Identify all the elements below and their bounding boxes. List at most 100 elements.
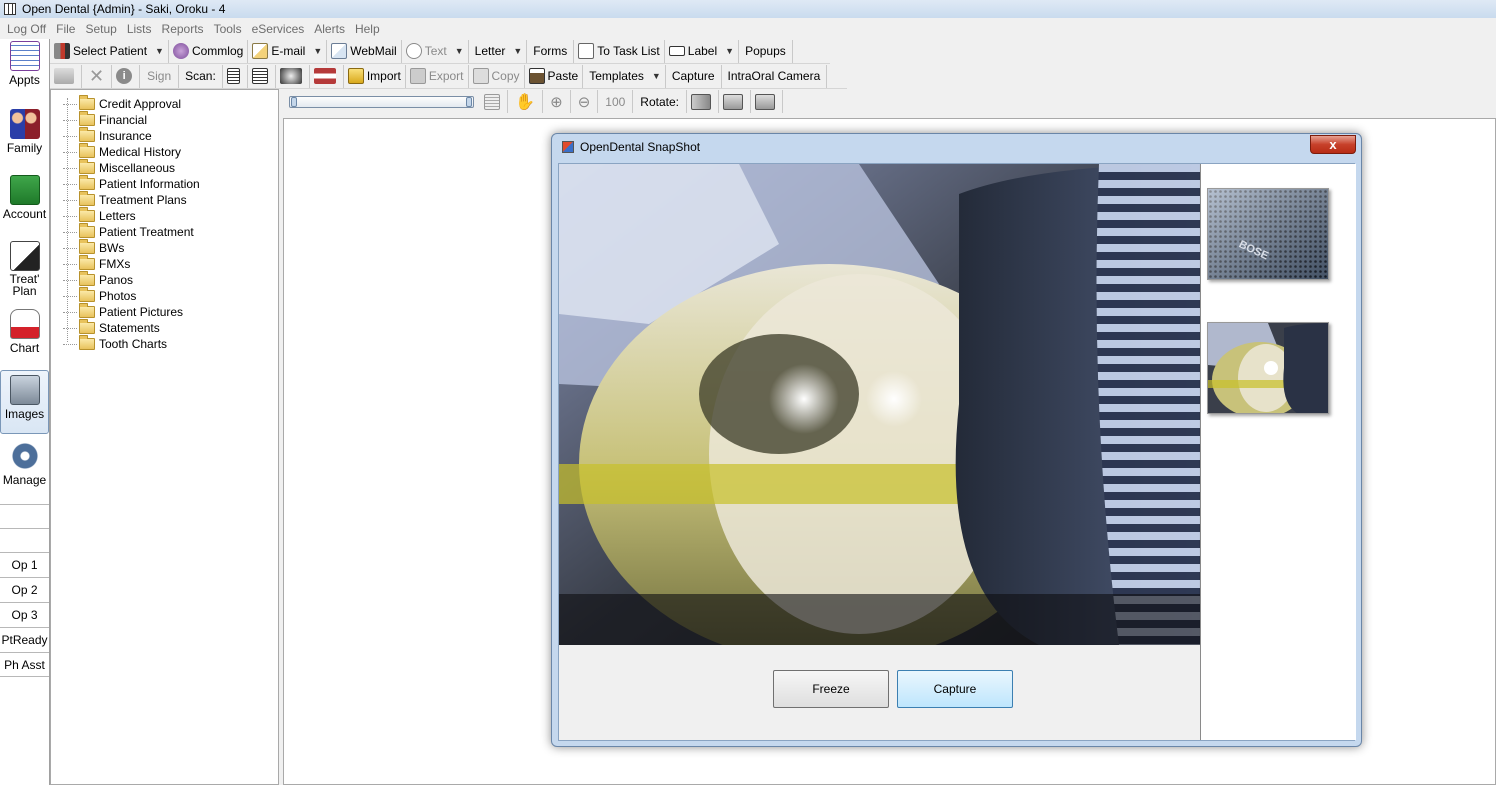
- menu-file[interactable]: File: [51, 22, 80, 36]
- op-button-2[interactable]: Op 2: [0, 577, 49, 602]
- import-button[interactable]: Import: [344, 64, 406, 88]
- intraoral-camera-button[interactable]: IntraOral Camera: [722, 64, 828, 88]
- capture-button[interactable]: Capture: [897, 670, 1013, 708]
- op-empty-2[interactable]: [0, 528, 49, 552]
- tree-folder-credit-approval[interactable]: Credit Approval: [63, 95, 181, 112]
- tree-folder-letters[interactable]: Letters: [63, 207, 136, 224]
- op-button-3[interactable]: Op 3: [0, 602, 49, 627]
- tree-folder-label: Photos: [99, 289, 137, 303]
- module-family[interactable]: Family: [0, 109, 49, 169]
- flip-button[interactable]: [687, 90, 719, 113]
- tree-folder-bws[interactable]: BWs: [63, 239, 124, 256]
- brightness-slider[interactable]: [289, 95, 475, 108]
- tree-folder-medical-history[interactable]: Medical History: [63, 143, 181, 160]
- slider-handle-right[interactable]: [466, 96, 473, 107]
- op-button-ptready[interactable]: PtReady: [0, 627, 49, 652]
- menu-log-off[interactable]: Log Off: [2, 22, 51, 36]
- email-button[interactable]: E-mail ▼: [248, 39, 328, 63]
- tooth-plan-icon: [9, 241, 40, 271]
- to-task-list-button[interactable]: To Task List: [574, 39, 665, 63]
- paste-button[interactable]: Paste: [525, 64, 584, 88]
- chevron-down-icon[interactable]: ▼: [652, 71, 661, 81]
- menu-setup[interactable]: Setup: [80, 22, 121, 36]
- folder-icon: [79, 335, 95, 350]
- page-button[interactable]: [480, 90, 509, 113]
- tree-folder-photos[interactable]: Photos: [63, 287, 137, 304]
- tree-folder-financial[interactable]: Financial: [63, 111, 147, 128]
- thumbnail-2[interactable]: [1207, 322, 1329, 414]
- tree-folder-fmxs[interactable]: FMXs: [63, 255, 130, 272]
- tree-folder-patient-pictures[interactable]: Patient Pictures: [63, 303, 183, 320]
- tree-folder-insurance[interactable]: Insurance: [63, 127, 152, 144]
- module-account[interactable]: Account: [0, 175, 49, 235]
- tree-folder-treatment-plans[interactable]: Treatment Plans: [63, 191, 187, 208]
- rotate-left-button[interactable]: [719, 90, 751, 113]
- rotate-right-button[interactable]: [751, 90, 783, 113]
- tree-folder-patient-information[interactable]: Patient Information: [63, 175, 200, 192]
- zoom-in-button[interactable]: ⊕: [543, 90, 571, 113]
- module-appts[interactable]: Appts: [0, 41, 49, 101]
- tree-folder-tooth-charts[interactable]: Tooth Charts: [63, 335, 167, 352]
- webmail-button[interactable]: WebMail: [327, 39, 402, 63]
- menu-help[interactable]: Help: [350, 22, 385, 36]
- tree-folder-statements[interactable]: Statements: [63, 319, 160, 336]
- chevron-down-icon[interactable]: ▼: [725, 46, 734, 56]
- chevron-down-icon[interactable]: ▼: [155, 46, 164, 56]
- tree-connector: [63, 311, 77, 313]
- tree-folder-panos[interactable]: Panos: [63, 271, 133, 288]
- commlog-button[interactable]: Commlog: [169, 39, 249, 63]
- menu-eservices[interactable]: eServices: [247, 22, 310, 36]
- select-patient-button[interactable]: Select Patient ▼: [50, 39, 169, 63]
- sign-button[interactable]: Sign: [140, 64, 180, 88]
- module-label: Treat' Plan: [9, 272, 40, 298]
- op-empty-1[interactable]: [0, 504, 49, 528]
- rotate-right-icon: [755, 93, 775, 110]
- tree-connector: [63, 167, 77, 169]
- module-images[interactable]: Images: [0, 370, 49, 434]
- chevron-down-icon[interactable]: ▼: [513, 46, 522, 56]
- slider-handle-left[interactable]: [291, 96, 297, 107]
- templates-button[interactable]: Templates ▼: [583, 64, 666, 88]
- menu-lists[interactable]: Lists: [122, 22, 157, 36]
- delete-button[interactable]: ✕: [82, 64, 113, 88]
- export-icon: [409, 68, 426, 84]
- module-treat-plan[interactable]: Treat' Plan: [0, 241, 49, 305]
- menu-tools[interactable]: Tools: [209, 22, 247, 36]
- text-button[interactable]: Text ▼: [402, 39, 469, 63]
- chevron-down-icon[interactable]: ▼: [313, 46, 322, 56]
- scan-xray-button[interactable]: [276, 64, 310, 88]
- print-button[interactable]: [50, 64, 82, 88]
- info-button[interactable]: i: [112, 64, 141, 88]
- zoom-out-button[interactable]: ⊖: [571, 90, 599, 113]
- chevron-down-icon[interactable]: ▼: [455, 46, 464, 56]
- scan-photo-button[interactable]: [310, 64, 344, 88]
- copy-button[interactable]: Copy: [469, 64, 525, 88]
- label-icon: [668, 46, 685, 56]
- forms-button[interactable]: Forms: [527, 39, 575, 63]
- thumbnail-1[interactable]: BOSE: [1207, 188, 1329, 280]
- module-label: Family: [6, 141, 43, 155]
- pan-button[interactable]: ✋: [508, 90, 544, 113]
- menu-reports[interactable]: Reports: [157, 22, 209, 36]
- app-grid-icon: [4, 3, 16, 15]
- menu-alerts[interactable]: Alerts: [309, 22, 350, 36]
- label-button[interactable]: Label ▼: [665, 39, 740, 63]
- scan-document-button[interactable]: [223, 64, 248, 88]
- task-check-icon: [578, 43, 595, 59]
- op-button-1[interactable]: Op 1: [0, 552, 49, 577]
- tree-folder-patient-treatment[interactable]: Patient Treatment: [63, 223, 194, 240]
- popups-button[interactable]: Popups: [739, 39, 793, 63]
- calendar-icon: [9, 41, 40, 71]
- letter-button[interactable]: Letter ▼: [469, 39, 528, 63]
- import-folder-icon: [347, 68, 364, 84]
- scan-multipage-button[interactable]: [248, 64, 276, 88]
- close-button[interactable]: x: [1310, 135, 1356, 154]
- camera-icon: [9, 375, 40, 405]
- freeze-button[interactable]: Freeze: [773, 670, 889, 708]
- tree-folder-miscellaneous[interactable]: Miscellaneous: [63, 159, 175, 176]
- export-button[interactable]: Export: [406, 64, 469, 88]
- op-button-ph-asst[interactable]: Ph Asst: [0, 652, 49, 677]
- module-manage[interactable]: Manage: [0, 441, 49, 491]
- module-chart[interactable]: Chart: [0, 309, 49, 357]
- capture-toolbar-button[interactable]: Capture: [666, 64, 722, 88]
